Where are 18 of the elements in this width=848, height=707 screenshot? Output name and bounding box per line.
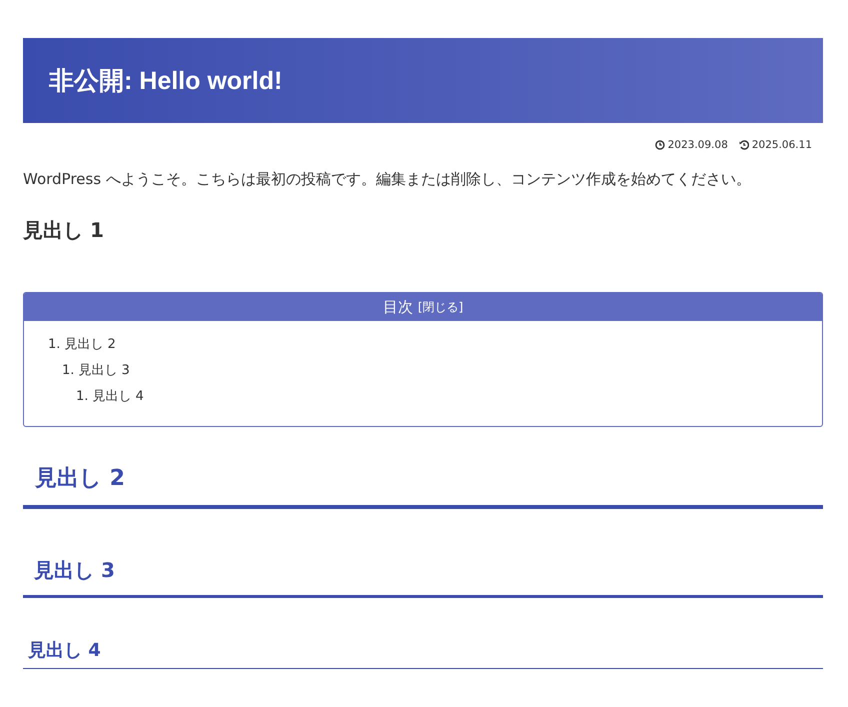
section-heading: 見出し 4	[23, 638, 823, 669]
toc-link[interactable]: 見出し 3	[78, 358, 130, 384]
plain-heading: 見出し 1	[23, 217, 105, 244]
toc-toggle-link[interactable]: [閉じる]	[418, 298, 464, 316]
toc-link[interactable]: 見出し 4	[92, 384, 144, 410]
updated-date: 2025.06.11	[752, 139, 812, 151]
intro-paragraph: WordPress へようこそ。こちらは最初の投稿です。編集または削除し、コンテンツ作成を始めてください。	[23, 169, 752, 190]
list-number: 1.	[76, 388, 88, 406]
published-date: 2023.09.08	[668, 139, 728, 151]
post-title: 非公開: Hello world!	[23, 38, 823, 123]
history-icon	[738, 140, 749, 150]
list-number: 1.	[62, 362, 74, 380]
toc-title: 目次	[382, 298, 413, 316]
list-number: 1.	[48, 336, 60, 354]
section-heading: 見出し 2	[23, 463, 823, 509]
clock-icon	[654, 140, 665, 150]
toc-link[interactable]: 見出し 2	[64, 332, 116, 358]
section-heading: 見出し 3	[23, 557, 823, 598]
